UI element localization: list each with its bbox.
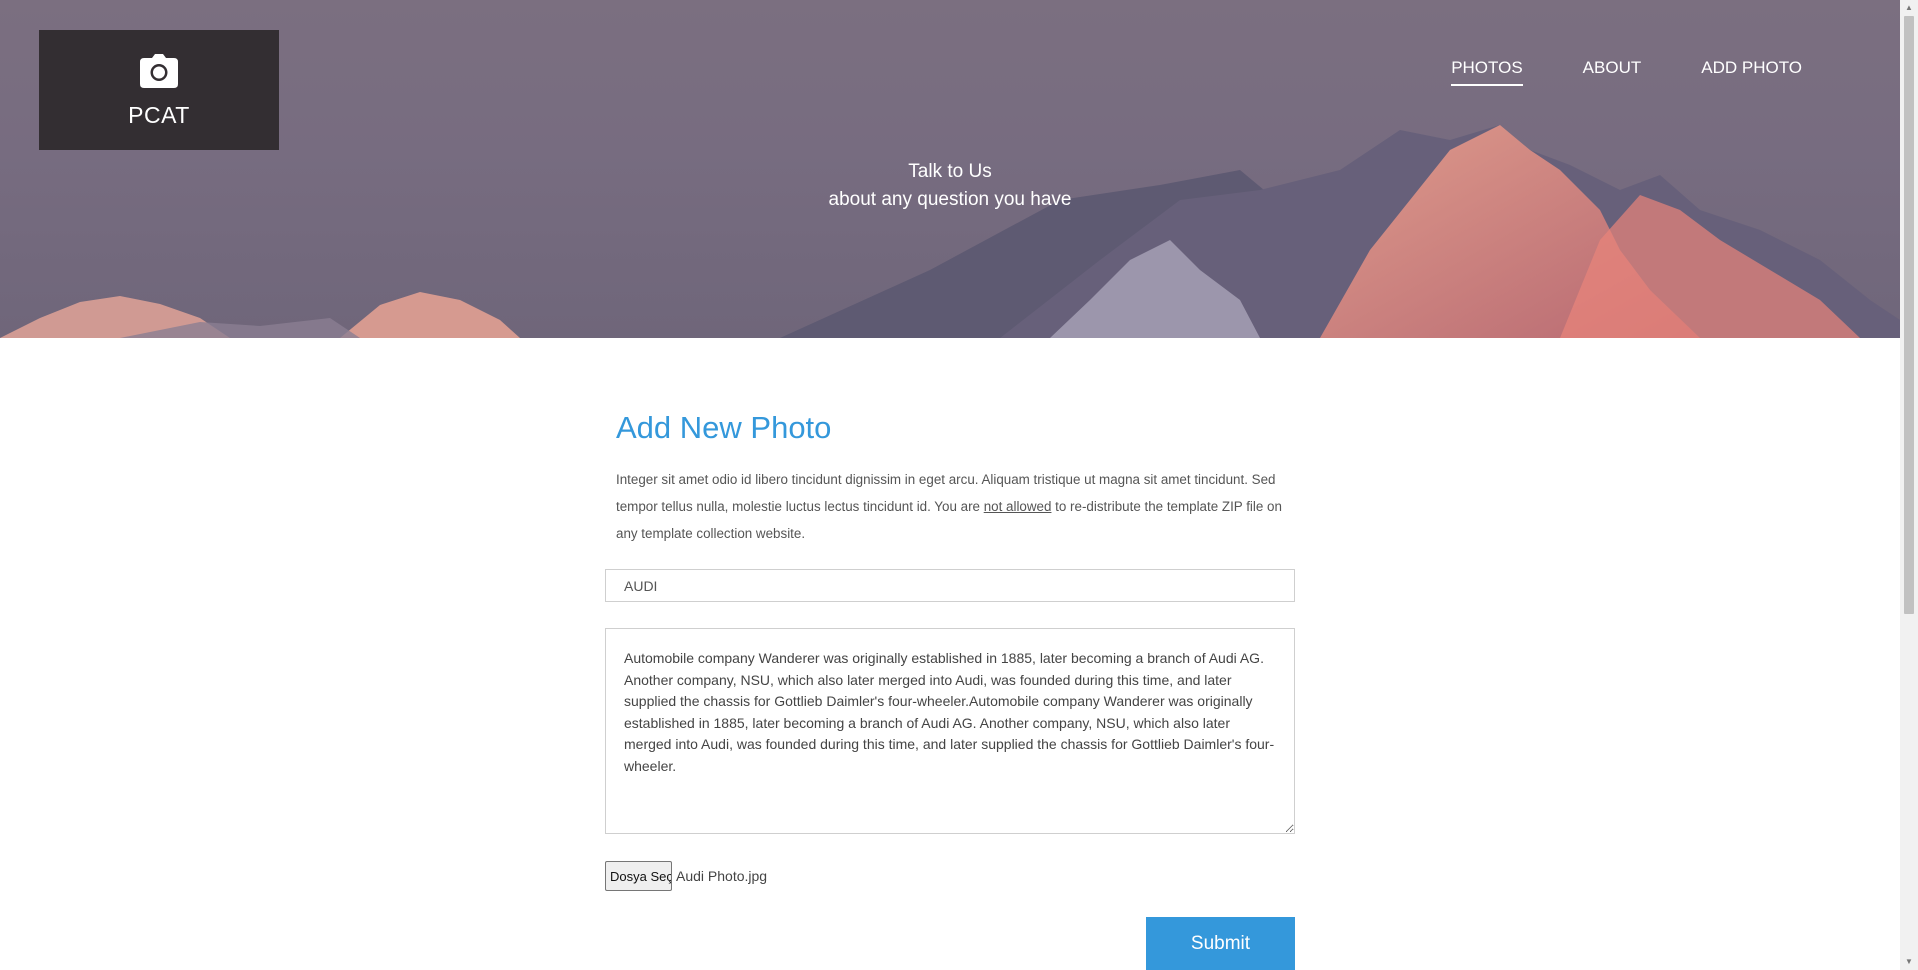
hero-line-2: about any question you have <box>828 189 1072 210</box>
photo-description-textarea[interactable]: Automobile company Wanderer was original… <box>605 628 1295 834</box>
scroll-down-arrow-icon[interactable]: ▼ <box>1900 954 1918 970</box>
camera-icon <box>140 54 178 88</box>
selected-file-name: Audi Photo.jpg <box>676 868 768 884</box>
brand-logo[interactable]: PCAT <box>39 30 279 150</box>
brand-name: PCAT <box>128 102 190 128</box>
scrollbar-thumb[interactable] <box>1904 16 1914 614</box>
intro-paragraph: Integer sit amet odio id libero tincidun… <box>616 466 1296 547</box>
add-photo-form: Add New Photo Integer sit amet odio id l… <box>605 410 1296 970</box>
hero-line-1: Talk to Us <box>908 161 992 182</box>
hero-tagline: Talk to Us about any question you have <box>0 158 1900 214</box>
scroll-up-arrow-icon[interactable]: ▲ <box>1900 0 1918 16</box>
main-nav: PHOTOS ABOUT ADD PHOTO <box>1451 58 1802 86</box>
nav-about[interactable]: ABOUT <box>1583 58 1642 86</box>
hero-banner: PCAT PHOTOS ABOUT ADD PHOTO Talk to Us a… <box>0 0 1900 338</box>
nav-add-photo[interactable]: ADD PHOTO <box>1701 58 1802 86</box>
page-scrollbar[interactable]: ▲ ▼ <box>1900 0 1918 970</box>
photo-title-input[interactable] <box>605 569 1295 602</box>
submit-button[interactable]: Submit <box>1146 917 1295 970</box>
file-upload-row: Dosya Seç Audi Photo.jpg <box>605 861 767 891</box>
nav-photos[interactable]: PHOTOS <box>1451 58 1524 86</box>
page-title: Add New Photo <box>616 410 832 445</box>
not-allowed-link[interactable]: not allowed <box>984 499 1052 514</box>
choose-file-button[interactable]: Dosya Seç <box>605 861 672 891</box>
